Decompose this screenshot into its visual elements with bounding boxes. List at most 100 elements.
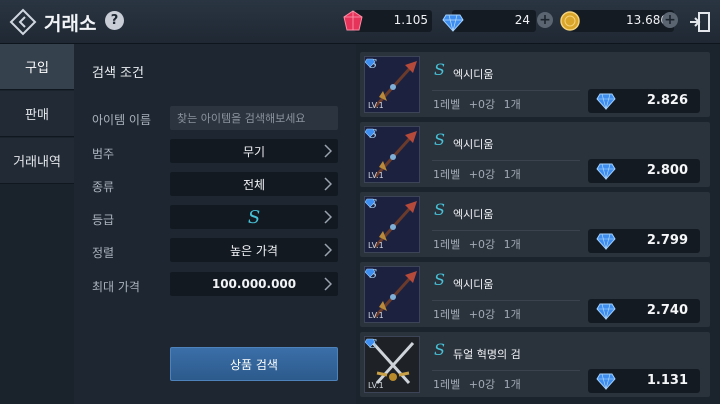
item-meta: 1레벨 +0강 1개 bbox=[433, 168, 521, 181]
gold-coin-icon bbox=[560, 11, 580, 31]
category-value: 무기 bbox=[242, 144, 266, 159]
item-name: 엑시디움 bbox=[453, 138, 494, 151]
blue-diamond-amount: 24 bbox=[514, 13, 530, 27]
item-thumbnail: S LV.1 bbox=[364, 266, 420, 323]
thumb-gem-icon bbox=[365, 338, 375, 347]
item-meta: 1레벨 +0강 1개 bbox=[433, 98, 521, 111]
grade-value: S bbox=[247, 206, 261, 228]
item-meta: 1레벨 +0강 1개 bbox=[433, 308, 521, 321]
sort-select[interactable]: 높은 가격 bbox=[170, 238, 338, 262]
listing-row[interactable]: S LV.1 S 듀얼 혁명의 검 1레벨 +0강 1개 1.131 bbox=[360, 332, 710, 397]
blue-diamond-icon bbox=[596, 303, 616, 320]
blue-diamond-icon bbox=[596, 163, 616, 180]
red-gem-icon bbox=[343, 10, 363, 31]
thumb-gem-icon bbox=[365, 268, 375, 277]
results-list: S LV.1 S 엑시디움 1레벨 +0강 1개 2.826 S LV.1 S bbox=[360, 52, 714, 404]
thumb-level: LV.1 bbox=[368, 311, 384, 320]
item-price: 2.800 bbox=[646, 163, 688, 178]
price-box: 2.826 bbox=[588, 89, 700, 113]
blue-diamond-icon bbox=[596, 373, 616, 390]
thumb-level: LV.1 bbox=[368, 241, 384, 250]
price-box: 2.800 bbox=[588, 159, 700, 183]
back-button[interactable] bbox=[8, 8, 38, 36]
exit-button[interactable] bbox=[688, 10, 712, 34]
add-blue-diamond-button[interactable]: + bbox=[537, 12, 553, 28]
search-panel: 검색 조건 아이템 이름 범주 무기 종류 전체 등급 S 정렬 높은 가격 최… bbox=[74, 44, 356, 404]
add-gold-button[interactable]: + bbox=[662, 12, 678, 28]
chevron-right-icon bbox=[324, 277, 332, 291]
gold-coin-amount: 13.686 bbox=[626, 13, 668, 27]
thumb-level: LV.1 bbox=[368, 101, 384, 110]
thumb-gem-icon bbox=[365, 58, 375, 67]
item-meta: 1레벨 +0강 1개 bbox=[433, 238, 521, 251]
thumb-level: LV.1 bbox=[368, 381, 384, 390]
sort-label: 정렬 bbox=[92, 246, 115, 260]
tab-buy[interactable]: 구입 bbox=[0, 44, 74, 90]
type-value: 전체 bbox=[242, 177, 266, 192]
divider bbox=[432, 160, 580, 161]
side-nav: 구입 판매 거래내역 bbox=[0, 44, 74, 404]
thumb-level: LV.1 bbox=[368, 171, 384, 180]
chevron-right-icon bbox=[324, 243, 332, 257]
grade-select[interactable]: S bbox=[170, 205, 338, 229]
item-name-input[interactable] bbox=[170, 106, 338, 130]
tab-sell[interactable]: 판매 bbox=[0, 91, 74, 137]
item-price: 2.740 bbox=[646, 303, 688, 318]
item-thumbnail: S LV.1 bbox=[364, 126, 420, 183]
max-price-value: 100.000.000 bbox=[211, 277, 297, 291]
item-name: 엑시디움 bbox=[453, 68, 494, 81]
price-box: 2.740 bbox=[588, 299, 700, 323]
divider bbox=[432, 300, 580, 301]
top-bar: 거래소 ? 1.105 24 + 13.686 + bbox=[0, 0, 720, 44]
item-price: 1.131 bbox=[646, 373, 688, 388]
red-gem-amount: 1.105 bbox=[393, 13, 428, 27]
max-price-field[interactable]: 100.000.000 bbox=[170, 272, 338, 296]
item-grade: S bbox=[434, 60, 445, 79]
category-select[interactable]: 무기 bbox=[170, 139, 338, 163]
item-price: 2.826 bbox=[646, 93, 688, 108]
listing-row[interactable]: S LV.1 S 엑시디움 1레벨 +0강 1개 2.800 bbox=[360, 122, 710, 187]
back-diamond-icon bbox=[9, 8, 37, 36]
item-thumbnail: S LV.1 bbox=[364, 196, 420, 253]
type-select[interactable]: 전체 bbox=[170, 172, 338, 196]
help-button[interactable]: ? bbox=[105, 11, 124, 30]
item-name: 엑시디움 bbox=[453, 208, 494, 221]
blue-diamond-icon bbox=[596, 93, 616, 110]
chevron-right-icon bbox=[324, 177, 332, 191]
price-box: 2.799 bbox=[588, 229, 700, 253]
divider bbox=[432, 370, 580, 371]
listing-row[interactable]: S LV.1 S 엑시디움 1레벨 +0강 1개 2.799 bbox=[360, 192, 710, 257]
thumb-gem-icon bbox=[365, 128, 375, 137]
sort-value: 높은 가격 bbox=[230, 243, 278, 258]
chevron-right-icon bbox=[324, 144, 332, 158]
search-submit-button[interactable]: 상품 검색 bbox=[170, 347, 338, 381]
item-grade: S bbox=[434, 200, 445, 219]
max-price-label: 최대 가격 bbox=[92, 280, 140, 294]
item-name: 듀얼 혁명의 검 bbox=[453, 348, 521, 361]
category-label: 범주 bbox=[92, 147, 115, 161]
item-meta: 1레벨 +0강 1개 bbox=[433, 378, 521, 391]
page-title: 거래소 bbox=[44, 13, 97, 35]
type-label: 종류 bbox=[92, 180, 115, 194]
item-grade: S bbox=[434, 130, 445, 149]
listing-row[interactable]: S LV.1 S 엑시디움 1레벨 +0강 1개 2.740 bbox=[360, 262, 710, 327]
item-thumbnail: S LV.1 bbox=[364, 336, 420, 393]
blue-diamond-icon bbox=[596, 233, 616, 250]
blue-diamond-icon bbox=[442, 14, 464, 32]
item-grade: S bbox=[434, 270, 445, 289]
grade-label: 등급 bbox=[92, 213, 115, 227]
divider bbox=[432, 90, 580, 91]
search-panel-title: 검색 조건 bbox=[92, 66, 144, 81]
exit-door-icon bbox=[690, 12, 710, 32]
divider bbox=[432, 230, 580, 231]
tab-history[interactable]: 거래내역 bbox=[0, 138, 74, 184]
thumb-gem-icon bbox=[365, 198, 375, 207]
listing-row[interactable]: S LV.1 S 엑시디움 1레벨 +0강 1개 2.826 bbox=[360, 52, 710, 117]
price-box: 1.131 bbox=[588, 369, 700, 393]
item-grade: S bbox=[434, 340, 445, 359]
item-price: 2.799 bbox=[646, 233, 688, 248]
item-name: 엑시디움 bbox=[453, 278, 494, 291]
item-name-label: 아이템 이름 bbox=[92, 113, 152, 127]
chevron-right-icon bbox=[324, 210, 332, 224]
item-thumbnail: S LV.1 bbox=[364, 56, 420, 113]
